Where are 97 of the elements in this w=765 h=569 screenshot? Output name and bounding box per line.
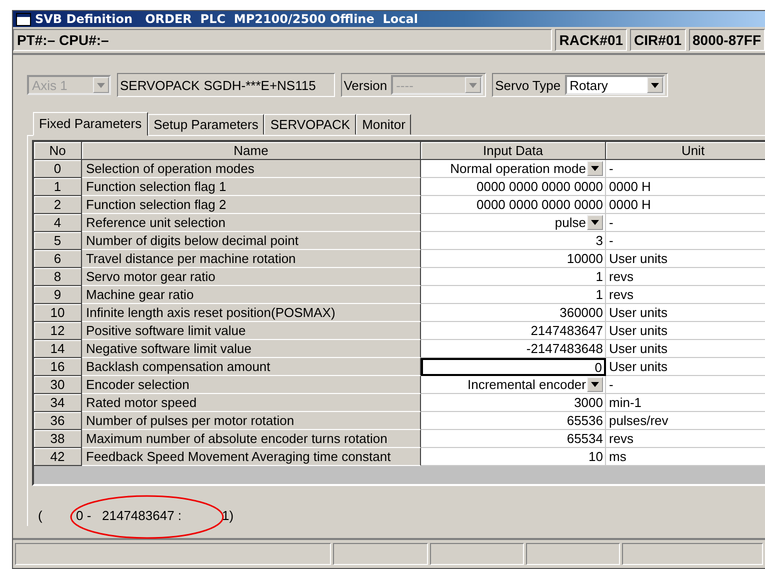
dropdown-cell[interactable]: Incremental encoder: [421, 376, 606, 394]
table-cell: ms: [606, 448, 765, 466]
column-header: No: [34, 142, 82, 160]
row-number: 16: [34, 358, 82, 376]
table-cell: revs: [606, 430, 765, 448]
range-text: 0 -: [76, 508, 92, 522]
table-cell: Backlash compensation amount: [82, 358, 421, 376]
table-cell: revs: [606, 286, 765, 304]
table-cell: Function selection flag 1: [82, 178, 421, 196]
row-number: 4: [34, 214, 82, 232]
table-cell[interactable]: 1: [421, 268, 606, 286]
table-cell: Encoder selection: [82, 376, 421, 394]
table-cell: Function selection flag 2: [82, 196, 421, 214]
info-field: 8000-87FF: [688, 29, 765, 51]
table-cell: Selection of operation modes: [82, 160, 421, 178]
table-cell: User units: [606, 358, 765, 376]
dropdown-cell[interactable]: pulse: [421, 214, 606, 232]
table-cell: Negative software limit value: [82, 340, 421, 358]
caret-icon: [97, 82, 105, 88]
range-text: 1): [222, 508, 235, 522]
row-number: 14: [34, 340, 82, 358]
location-label: PT#:– CPU#:–: [13, 29, 552, 51]
info-field: CIR#01: [630, 29, 686, 51]
table-cell: -: [606, 232, 765, 250]
caret-icon: [591, 220, 599, 225]
servopack-label: SERVOPACK: [120, 78, 200, 92]
info-field: RACK#01: [555, 29, 628, 51]
row-number: 0: [34, 160, 82, 178]
table-cell: Number of pulses per motor rotation: [82, 412, 421, 430]
table-cell[interactable]: 2147483647: [421, 322, 606, 340]
row-number: 6: [34, 250, 82, 268]
table-cell: Feedback Speed Movement Averaging time constant: [82, 448, 421, 466]
table-cell: 0000 H: [606, 196, 765, 214]
row-number: 8: [34, 268, 82, 286]
caret-icon: [591, 382, 599, 387]
table-cell: User units: [606, 340, 765, 358]
table-cell: revs: [606, 268, 765, 286]
table-cell[interactable]: 65534: [421, 430, 606, 448]
table-cell[interactable]: 0000 0000 0000 0000: [421, 178, 606, 196]
table-cell: User units: [606, 304, 765, 322]
table-cell: pulses/rev: [606, 412, 765, 430]
row-number: 38: [34, 430, 82, 448]
tab[interactable]: SERVOPACK: [264, 114, 356, 135]
table-cell: User units: [606, 322, 765, 340]
tab[interactable]: Fixed Parameters: [33, 112, 148, 136]
table-cell: 0000 H: [606, 178, 765, 196]
table-cell: Rated motor speed: [82, 394, 421, 412]
table-cell[interactable]: 3000: [421, 394, 606, 412]
table-cell: Servo motor gear ratio: [82, 268, 421, 286]
servo-type-label: Servo Type: [495, 78, 561, 92]
row-number: 34: [34, 394, 82, 412]
table-cell: min-1: [606, 394, 765, 412]
table-cell: Maximum number of absolute encoder turns rotation: [82, 430, 421, 448]
caret-icon: [650, 82, 659, 88]
table-cell: -: [606, 376, 765, 394]
version-label: Version: [344, 78, 388, 92]
table-cell: Travel distance per machine rotation: [82, 250, 421, 268]
window-icon: [16, 12, 31, 26]
table-cell[interactable]: 360000: [421, 304, 606, 322]
table-cell[interactable]: 10: [421, 448, 606, 466]
tab[interactable]: Monitor: [356, 114, 412, 135]
row-number: 1: [34, 178, 82, 196]
row-number: 2: [34, 196, 82, 214]
caret-icon: [469, 82, 478, 88]
table-cell: -: [606, 160, 765, 178]
row-number: 36: [34, 412, 82, 430]
table-cell: Positive software limit value: [82, 322, 421, 340]
table-cell: Infinite length axis reset position(POSMAX): [82, 304, 421, 322]
row-number: 12: [34, 322, 82, 340]
row-number: 9: [34, 286, 82, 304]
range-text: 2147483647 :: [102, 508, 183, 522]
servopack-model: SGDH-***E+NS115: [204, 78, 317, 92]
table-cell[interactable]: 65536: [421, 412, 606, 430]
row-number: 10: [34, 304, 82, 322]
row-number: 42: [34, 448, 82, 466]
range-text: (: [38, 508, 44, 522]
row-number: 5: [34, 232, 82, 250]
caret-icon: [591, 166, 599, 171]
table-cell[interactable]: 10000: [421, 250, 606, 268]
column-header: Input Data: [421, 142, 606, 160]
table-cell[interactable]: -2147483648: [421, 340, 606, 358]
table-cell: Number of digits below decimal point: [82, 232, 421, 250]
table-cell: -: [606, 214, 765, 232]
input-field[interactable]: 0: [421, 358, 606, 376]
column-header: Name: [82, 142, 421, 160]
table-cell[interactable]: 1: [421, 286, 606, 304]
table-cell: Machine gear ratio: [82, 286, 421, 304]
table-cell[interactable]: 3: [421, 232, 606, 250]
column-header: Unit: [606, 142, 765, 160]
tab[interactable]: Setup Parameters: [148, 114, 264, 135]
table-cell: Reference unit selection: [82, 214, 421, 232]
dropdown-cell[interactable]: Normal operation mode: [421, 160, 606, 178]
table-cell[interactable]: 0000 0000 0000 0000: [421, 196, 606, 214]
window-title: SVB Definition ORDER PLC MP2100/2500 Offline Local: [35, 12, 418, 26]
table-cell: User units: [606, 250, 765, 268]
servo-type-dropdown[interactable]: Rotary: [564, 75, 665, 95]
row-number: 30: [34, 376, 82, 394]
